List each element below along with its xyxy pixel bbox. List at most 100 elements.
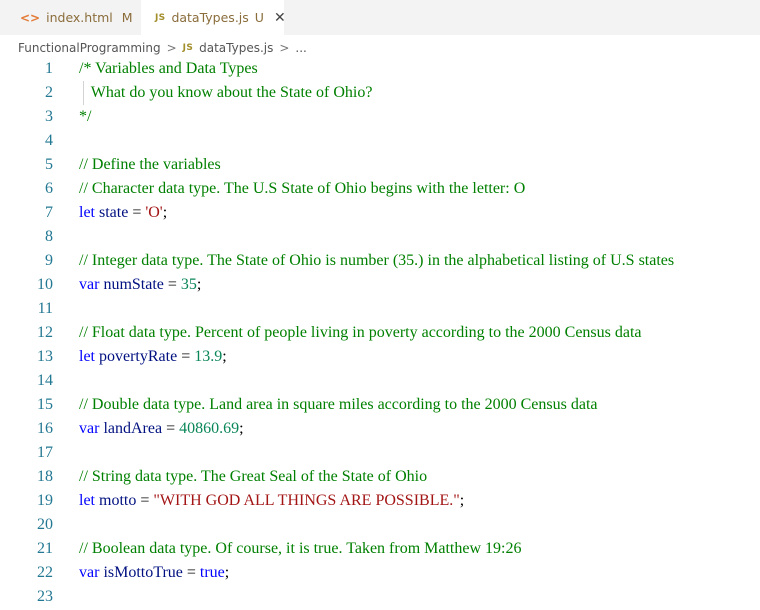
code-line[interactable]: 1 /* Variables and Data Types (0, 57, 760, 81)
code-token: = (162, 420, 180, 437)
code-token: "WITH GOD ALL THINGS ARE POSSIBLE." (153, 492, 460, 509)
code-line[interactable]: 16 var landArea = 40860.69; (0, 417, 760, 441)
code-text[interactable]: // Double data type. Land area in square… (79, 393, 598, 417)
untracked-status-badge: U (254, 10, 264, 25)
code-token: isMottoTrue (103, 564, 183, 581)
line-number: 20 (37, 516, 53, 533)
code-token: true (199, 564, 225, 581)
code-text[interactable]: */ (79, 105, 91, 129)
js-file-icon: JS (155, 12, 166, 23)
line-number: 10 (37, 276, 53, 293)
code-token: ; (162, 204, 168, 221)
code-line[interactable]: 11 (0, 297, 760, 321)
line-number: 9 (45, 252, 53, 269)
breadcrumb-file[interactable]: dataTypes.js (199, 41, 273, 55)
code-text[interactable]: var landArea = 40860.69; (79, 417, 244, 441)
code-line[interactable]: 7 let state = 'O'; (0, 201, 760, 225)
code-text[interactable]: // Define the variables (79, 153, 221, 177)
code-line[interactable]: 18 // String data type. The Great Seal of… (0, 465, 760, 489)
code-token: 13.9 (194, 348, 223, 365)
code-line[interactable]: 23 (0, 585, 760, 609)
code-token: // String data type. The Great Seal of t… (79, 468, 428, 485)
code-token: let (79, 348, 95, 365)
code-text[interactable]: // Character data type. The U.S State of… (79, 177, 525, 201)
chevron-right-icon: > (279, 41, 290, 55)
line-number: 4 (45, 132, 53, 149)
code-text[interactable]: // Boolean data type. Of course, it is t… (79, 537, 521, 561)
line-number: 3 (45, 108, 53, 125)
code-token: 'O' (145, 204, 163, 221)
code-line[interactable]: 5 // Define the variables (0, 153, 760, 177)
code-token: var (79, 276, 100, 293)
code-text[interactable]: var numState = 35; (79, 273, 201, 297)
line-number: 12 (37, 324, 53, 341)
code-line[interactable]: 13 let povertyRate = 13.9; (0, 345, 760, 369)
code-token: What do you know about the State of Ohio… (79, 84, 373, 101)
code-text[interactable]: let state = 'O'; (79, 201, 167, 225)
code-token: let (79, 492, 95, 509)
code-token: ; (459, 492, 465, 509)
code-editor[interactable]: 1 /* Variables and Data Types 2 What do yo… (0, 57, 760, 610)
code-token: // Define the variables (79, 156, 221, 173)
breadcrumb-folder[interactable]: FunctionalProgramming (18, 41, 161, 55)
code-token: numState (103, 276, 164, 293)
line-number: 18 (37, 468, 53, 485)
line-number: 17 (37, 444, 53, 461)
code-line[interactable]: 2 What do you know about the State of Oh… (0, 81, 760, 105)
code-text[interactable]: let motto = "WITH GOD ALL THINGS ARE POS… (79, 489, 464, 513)
code-text[interactable]: var isMottoTrue = true; (79, 561, 229, 585)
line-number: 13 (37, 348, 53, 365)
tab-datatypes-js[interactable]: JS dataTypes.js U ✕ (141, 0, 286, 35)
line-number: 14 (37, 372, 53, 389)
code-token: = (182, 564, 200, 581)
code-token: ; (222, 348, 227, 365)
line-number: 11 (37, 300, 53, 317)
tab-bar: <> index.html M JS dataTypes.js U ✕ (0, 0, 760, 35)
line-number: 6 (45, 180, 53, 197)
line-number: 7 (45, 204, 53, 221)
tab-label: index.html (46, 10, 113, 25)
code-line[interactable]: 8 (0, 225, 760, 249)
breadcrumb-more[interactable]: ... (295, 41, 306, 55)
code-line[interactable]: 3 */ (0, 105, 760, 129)
code-token: state (99, 204, 129, 221)
code-line[interactable]: 14 (0, 369, 760, 393)
line-number: 5 (45, 156, 53, 173)
code-token: var (79, 564, 100, 581)
code-token: landArea (103, 420, 163, 437)
code-token: 35 (180, 276, 197, 293)
line-number: 22 (37, 564, 53, 581)
code-line[interactable]: 9 // Integer data type. The State of Ohio… (0, 249, 760, 273)
code-token: */ (79, 108, 92, 125)
chevron-right-icon: > (166, 41, 177, 55)
code-line[interactable]: 10 var numState = 35; (0, 273, 760, 297)
code-token: var (79, 420, 100, 437)
code-line[interactable]: 15 // Double data type. Land area in squa… (0, 393, 760, 417)
code-line[interactable]: 19 let motto = "WITH GOD ALL THINGS ARE P… (0, 489, 760, 513)
code-text[interactable]: /* Variables and Data Types (79, 57, 258, 81)
tab-index-html[interactable]: <> index.html M (0, 0, 141, 35)
code-line[interactable]: 12 // Float data type. Percent of people … (0, 321, 760, 345)
close-icon[interactable]: ✕ (274, 10, 286, 26)
code-text[interactable]: // Integer data type. The State of Ohio … (79, 249, 674, 273)
code-token: 40860.69 (179, 420, 240, 437)
code-text[interactable]: // Float data type. Percent of people li… (79, 321, 642, 345)
code-token: /* Variables and Data Types (79, 60, 258, 77)
code-line[interactable]: 21 // Boolean data type. Of course, it is… (0, 537, 760, 561)
code-text[interactable]: // String data type. The Great Seal of t… (79, 465, 427, 489)
code-text[interactable]: What do you know about the State of Ohio… (79, 81, 373, 105)
modified-status-badge: M (121, 10, 133, 25)
line-number: 21 (37, 540, 53, 557)
breadcrumb: FunctionalProgramming > JS dataTypes.js … (18, 38, 307, 58)
code-token: ; (239, 420, 244, 437)
line-number: 8 (45, 228, 53, 245)
line-number: 1 (45, 60, 53, 77)
code-line[interactable]: 4 (0, 129, 760, 153)
code-line[interactable]: 17 (0, 441, 760, 465)
code-line[interactable]: 6 // Character data type. The U.S State o… (0, 177, 760, 201)
code-line[interactable]: 20 (0, 513, 760, 537)
code-text[interactable]: let povertyRate = 13.9; (79, 345, 227, 369)
code-line[interactable]: 22 var isMottoTrue = true; (0, 561, 760, 585)
code-token: // Integer data type. The State of Ohio … (79, 252, 675, 269)
code-token: let (79, 204, 95, 221)
